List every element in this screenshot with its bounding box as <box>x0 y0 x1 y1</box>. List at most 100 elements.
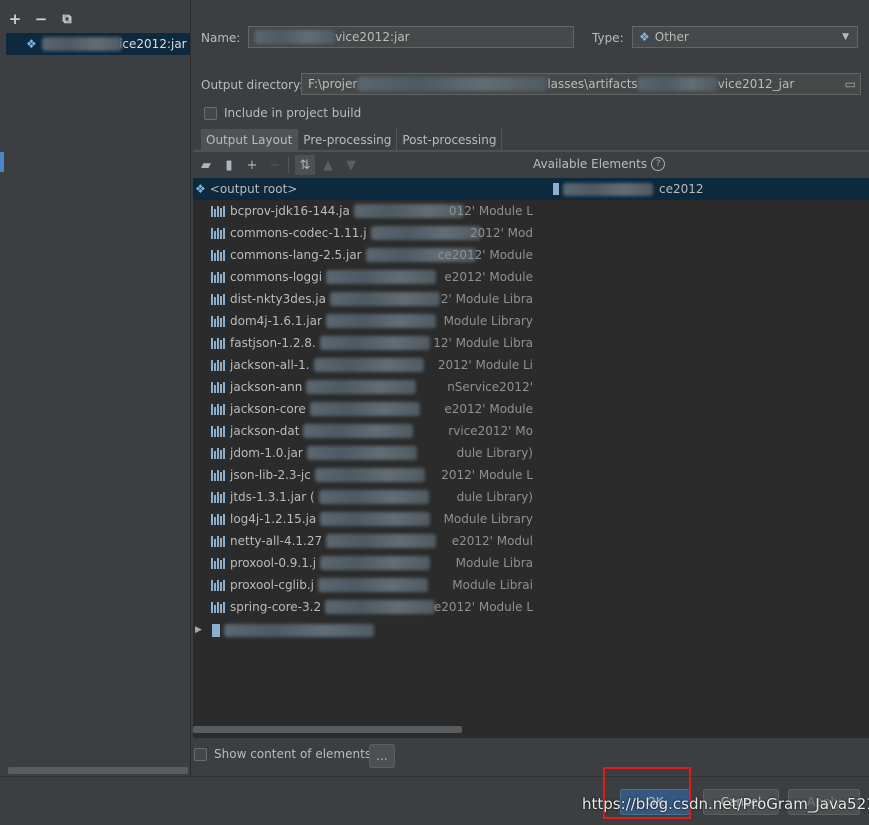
library-icon <box>211 337 227 349</box>
redacted-text <box>306 446 417 460</box>
chevron-down-icon: ▼ <box>842 32 849 42</box>
output-root-row[interactable]: ❖ <output root> <box>193 178 533 200</box>
remove-icon[interactable]: − <box>265 155 285 175</box>
show-content-row: Show content of elements <box>194 747 371 761</box>
redacted-text <box>223 623 374 637</box>
library-icon <box>211 535 227 547</box>
show-content-checkbox[interactable] <box>194 747 207 761</box>
redacted-text <box>303 424 414 438</box>
redacted-text <box>326 270 437 284</box>
library-row[interactable]: commons-codec-1.11.j 2012' Mod <box>193 222 533 244</box>
tab-post-processing[interactable]: Post-processing <box>397 129 503 150</box>
library-name: fastjson-1.2.8. <box>230 336 316 350</box>
redacted-text <box>353 204 464 218</box>
library-row[interactable]: jackson-core e2012' Module <box>193 398 533 420</box>
library-name: log4j-1.2.15.ja <box>230 512 317 526</box>
library-icon <box>211 403 227 415</box>
library-name: jackson-all-1. <box>230 358 310 372</box>
library-icon <box>211 579 227 591</box>
library-name: bcprov-jdk16-144.ja <box>230 204 350 218</box>
library-row[interactable]: jackson-dat rvice2012' Mo <box>193 420 533 442</box>
show-content-options-button[interactable]: ... <box>369 744 395 768</box>
library-name: spring-core-3.2 <box>230 600 322 614</box>
available-elements-tree: ce2012 <box>533 178 869 738</box>
library-row[interactable]: jackson-all-1. 2012' Module Li <box>193 354 533 376</box>
redacted-text <box>563 182 653 196</box>
tree-horizontal-scrollbar[interactable] <box>193 726 462 733</box>
library-module-suffix: 2012' Mod <box>470 226 533 240</box>
redacted-text <box>313 358 424 372</box>
library-icon <box>211 293 227 305</box>
add-artifact-button[interactable]: + <box>6 10 24 28</box>
redacted-text <box>309 402 420 416</box>
library-module-suffix: Module Library <box>443 314 533 328</box>
redacted-text <box>255 30 335 44</box>
library-name: proxool-0.9.1.j <box>230 556 317 570</box>
library-row[interactable]: fastjson-1.2.8. 12' Module Libra <box>193 332 533 354</box>
library-row[interactable]: dist-nkty3des.ja 2' Module Libra <box>193 288 533 310</box>
library-row[interactable]: commons-lang-2.5.jar ce2012' Module <box>193 244 533 266</box>
library-name: dist-nkty3des.ja <box>230 292 326 306</box>
library-icon <box>211 601 227 613</box>
remove-artifact-button[interactable]: − <box>32 10 50 28</box>
library-module-suffix: e2012' Module <box>444 270 533 284</box>
redacted-text <box>320 512 431 526</box>
module-output-row[interactable]: ▶ <box>193 619 533 641</box>
module-icon <box>211 623 220 637</box>
create-archive-icon[interactable]: ▮ <box>219 155 239 175</box>
library-icon <box>211 315 227 327</box>
library-name: jackson-dat <box>230 424 300 438</box>
library-row[interactable]: dom4j-1.6.1.jar Module Library <box>193 310 533 332</box>
folder-icon[interactable]: ▭ <box>845 77 856 91</box>
redacted-text <box>325 314 436 328</box>
library-row[interactable]: commons-loggi e2012' Module <box>193 266 533 288</box>
library-row[interactable]: spring-core-3.2 e2012' Module L <box>193 596 533 618</box>
library-icon <box>211 491 227 503</box>
library-row[interactable]: jackson-ann nService2012' <box>193 376 533 398</box>
available-element-row[interactable]: ce2012 <box>533 178 869 200</box>
library-row[interactable]: proxool-cglib.j Module Librai <box>193 574 533 596</box>
artifact-type-icon: ❖ <box>639 30 650 44</box>
include-in-build-label: Include in project build <box>224 106 362 120</box>
tab-output-layout[interactable]: Output Layout <box>201 129 299 150</box>
move-down-icon[interactable]: ▼ <box>341 155 361 175</box>
expand-arrow-icon[interactable]: ▶ <box>195 625 202 635</box>
library-icon <box>211 425 227 437</box>
library-row[interactable]: proxool-0.9.1.j Module Libra <box>193 552 533 574</box>
add-copy-icon[interactable]: + <box>242 155 262 175</box>
include-in-build-checkbox[interactable] <box>204 106 217 120</box>
library-module-suffix: 2012' Module L <box>441 468 533 482</box>
library-row[interactable]: netty-all-4.1.27 e2012' Modul <box>193 530 533 552</box>
output-layout-tree: ❖ <output root> bcprov-jdk16-144.ja 012' … <box>193 178 533 738</box>
new-directory-icon[interactable]: ▰ <box>196 155 216 175</box>
copy-artifact-button[interactable]: ⧉ <box>58 10 76 28</box>
redacted-text <box>637 77 718 91</box>
artifact-list-item[interactable]: ❖ vice2012:jar <box>6 33 190 55</box>
library-row[interactable]: jdom-1.0.jar dule Library) <box>193 442 533 464</box>
redacted-text <box>306 380 417 394</box>
sort-elements-icon[interactable]: ⇅ <box>295 155 315 175</box>
library-name: jtds-1.3.1.jar ( <box>230 490 315 504</box>
library-row[interactable]: log4j-1.2.15.ja Module Library <box>193 508 533 530</box>
redacted-text <box>319 336 430 350</box>
library-icon <box>211 205 227 217</box>
tab-pre-processing[interactable]: Pre-processing <box>298 129 398 150</box>
library-row[interactable]: jtds-1.3.1.jar ( dule Library) <box>193 486 533 508</box>
type-select[interactable]: ❖ Other ▼ <box>632 26 858 48</box>
library-module-suffix: e2012' Modul <box>451 534 533 548</box>
library-module-suffix: 2012' Module Li <box>437 358 533 372</box>
include-in-build-row: Include in project build <box>204 106 361 120</box>
library-name: jackson-ann <box>230 380 303 394</box>
library-module-suffix: rvice2012' Mo <box>448 424 533 438</box>
library-module-suffix: ce2012' Module <box>437 248 533 262</box>
output-directory-input[interactable]: F:\projer lasses\artifacts vice2012_jar … <box>301 73 861 95</box>
output-root-icon: ❖ <box>195 182 206 196</box>
library-row[interactable]: bcprov-jdk16-144.ja 012' Module L <box>193 200 533 222</box>
help-icon[interactable]: ? <box>651 157 666 171</box>
name-input[interactable]: vice2012:jar <box>248 26 574 48</box>
artifacts-list-panel <box>0 0 191 776</box>
left-horizontal-scrollbar[interactable] <box>8 767 188 774</box>
library-row[interactable]: json-lib-2.3-jc 2012' Module L <box>193 464 533 486</box>
library-module-suffix: dule Library) <box>456 490 533 504</box>
move-up-icon[interactable]: ▲ <box>318 155 338 175</box>
